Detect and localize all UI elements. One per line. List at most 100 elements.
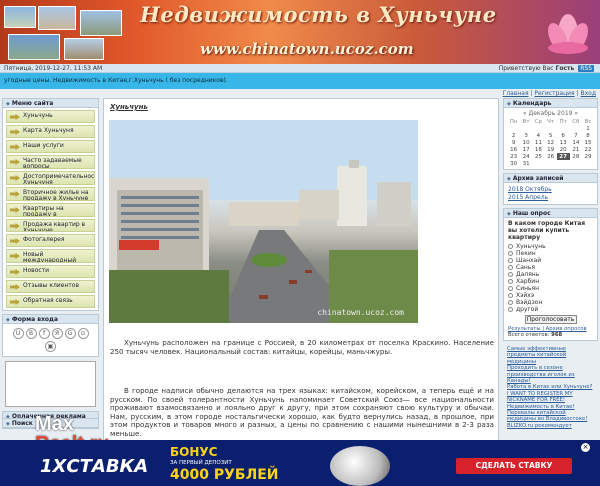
arrow-icon: [10, 207, 20, 213]
poll-total-value: 968: [551, 332, 563, 338]
menu-item-map[interactable]: Карта Хуньчуня: [6, 125, 95, 138]
weekday: Вт: [522, 118, 530, 125]
radio-icon[interactable]: [508, 265, 513, 270]
calendar-day[interactable]: 30: [507, 160, 520, 167]
poll-option[interactable]: Пекин: [508, 250, 593, 257]
poll-option[interactable]: Далянь: [508, 271, 593, 278]
ad-link[interactable]: Работа в Китае или Хуньчуне?: [507, 384, 594, 390]
radio-icon[interactable]: [508, 251, 513, 256]
radio-icon[interactable]: [508, 307, 513, 312]
radio-icon[interactable]: [508, 286, 513, 291]
calendar-day[interactable]: 23: [507, 153, 520, 160]
greeting-text: Приветствую Вас: [498, 65, 554, 72]
mail-login-icon[interactable]: ▣: [45, 341, 56, 352]
arrow-icon: [10, 253, 20, 259]
calendar-day[interactable]: 21: [570, 146, 582, 153]
radio-icon[interactable]: [508, 258, 513, 263]
radio-icon[interactable]: [508, 244, 513, 249]
calendar-day[interactable]: 4: [532, 132, 545, 139]
calendar-day[interactable]: 6: [557, 132, 570, 139]
poll-option-label: Синьян: [516, 285, 540, 292]
bottom-ad-banner[interactable]: 1XСТАВКА БОНУС ЗА ПЕРВЫЙ ДЕПОЗИТ 4000 РУ…: [0, 440, 600, 486]
poll-option[interactable]: Хуньчунь: [508, 243, 593, 250]
poll-option[interactable]: другой: [508, 306, 593, 313]
calendar-day[interactable]: 18: [532, 146, 545, 153]
calendar-day[interactable]: 5: [545, 132, 557, 139]
poll-option[interactable]: Вэйдзон: [508, 299, 593, 306]
left-banner-ad[interactable]: [5, 361, 96, 407]
poll-option[interactable]: Санья: [508, 264, 593, 271]
rss-button[interactable]: RSS: [578, 65, 594, 72]
menu-item-sights[interactable]: Достопримечательности Хуньчуня: [6, 171, 95, 185]
calendar-day[interactable]: 12: [545, 139, 557, 146]
ucoz-login-icon[interactable]: U: [12, 328, 24, 339]
breadcrumb[interactable]: Хуньчунь: [110, 103, 492, 111]
calendar-day[interactable]: 24: [520, 153, 532, 160]
home-link[interactable]: Главная: [503, 90, 529, 97]
radio-icon[interactable]: [508, 279, 513, 284]
ad-link[interactable]: Перевалы китайской медицины во Владивост…: [507, 410, 594, 423]
calendar-day[interactable]: 25: [532, 153, 545, 160]
poll-option[interactable]: Синьян: [508, 285, 593, 292]
calendar-day[interactable]: 22: [582, 146, 594, 153]
poll-option[interactable]: Харбин: [508, 278, 593, 285]
register-link[interactable]: Регистрация: [534, 90, 574, 97]
calendar-day[interactable]: 1: [582, 125, 594, 132]
calendar-day[interactable]: 15: [582, 139, 594, 146]
calendar-day[interactable]: 10: [520, 139, 532, 146]
archive-link[interactable]: 2015 Апрель: [508, 194, 593, 201]
radio-icon[interactable]: [508, 293, 513, 298]
calendar-day[interactable]: 19: [545, 146, 557, 153]
vote-button[interactable]: Проголосовать: [524, 315, 577, 324]
calendar-day[interactable]: 16: [507, 146, 520, 153]
calendar-day[interactable]: 28: [570, 153, 582, 160]
menu-item-hunchun[interactable]: Хуньчунь: [6, 110, 95, 123]
yandex-login-icon[interactable]: Я: [51, 328, 63, 339]
calendar-month[interactable]: « Декабрь 2019 »: [507, 110, 594, 117]
calendar-day: [507, 125, 520, 132]
calendar-day[interactable]: 17: [520, 146, 532, 153]
radio-icon[interactable]: [508, 272, 513, 277]
calendar-day[interactable]: 29: [582, 153, 594, 160]
calendar-day[interactable]: 13: [557, 139, 570, 146]
archive-heading: Архив записей: [504, 174, 597, 183]
calendar-day[interactable]: 27: [556, 153, 570, 160]
calendar-day[interactable]: 8: [582, 132, 594, 139]
ad-link[interactable]: Самые эффективные предметы китайской мед…: [507, 346, 594, 365]
menu-item-apartment-sale[interactable]: Продажа квартир в Хуньчуне: [6, 219, 95, 232]
calendar-day[interactable]: 3: [520, 132, 532, 139]
ad-link[interactable]: Проходить в сезоне производства иголок и…: [507, 365, 594, 384]
menu-item-faq[interactable]: Часто задаваемые вопросы: [6, 155, 95, 169]
menu-item-secondary-housing[interactable]: Вторичное жилье на продажу в Хуньчуне: [6, 187, 95, 201]
calendar-day[interactable]: 31: [520, 160, 532, 167]
calendar-day[interactable]: 14: [570, 139, 582, 146]
facebook-login-icon[interactable]: f: [38, 328, 50, 339]
archive-link[interactable]: 2018 Октябрь: [508, 186, 593, 193]
calendar-day[interactable]: 11: [532, 139, 545, 146]
menu-item-bus-station[interactable]: Новый международный автовокзал в Хуньчун…: [6, 249, 95, 263]
calendar-day[interactable]: 26: [545, 153, 557, 160]
poll-option[interactable]: Хэйхэ: [508, 292, 593, 299]
make-bet-button[interactable]: СДЕЛАТЬ СТАВКУ: [456, 458, 572, 474]
top-links: Главная | Регистрация | Вход: [502, 90, 597, 97]
radio-icon[interactable]: [508, 300, 513, 305]
menu-item-label: Наши услуги: [23, 142, 64, 149]
google-login-icon[interactable]: G: [64, 328, 76, 339]
menu-item-new-buildings[interactable]: Квартиры на продажу в новостройках в Хун…: [6, 203, 95, 217]
menu-item-news[interactable]: Новости: [6, 265, 95, 278]
ad-link[interactable]: I WANT TO REGISTER MY NICKNAME FOR FREE!: [507, 391, 594, 404]
calendar-day[interactable]: 2: [507, 132, 520, 139]
vk-login-icon[interactable]: В: [25, 328, 37, 339]
close-icon[interactable]: ×: [581, 443, 590, 452]
poll-option[interactable]: Шанхай: [508, 257, 593, 264]
menu-item-services[interactable]: Наши услуги: [6, 140, 95, 153]
menu-item-gallery[interactable]: Фотогалерея: [6, 234, 95, 247]
menu-item-reviews[interactable]: Отзывы клиентов: [6, 280, 95, 293]
blizko-link[interactable]: BLIZKO.ru рекомендует: [507, 423, 594, 429]
calendar-day[interactable]: 20: [557, 146, 570, 153]
menu-item-feedback[interactable]: Обратная связь: [6, 295, 95, 308]
calendar-day[interactable]: 9: [507, 139, 520, 146]
calendar-day[interactable]: 7: [570, 132, 582, 139]
ok-login-icon[interactable]: ⊙: [77, 328, 89, 339]
login-link[interactable]: Вход: [581, 90, 597, 97]
